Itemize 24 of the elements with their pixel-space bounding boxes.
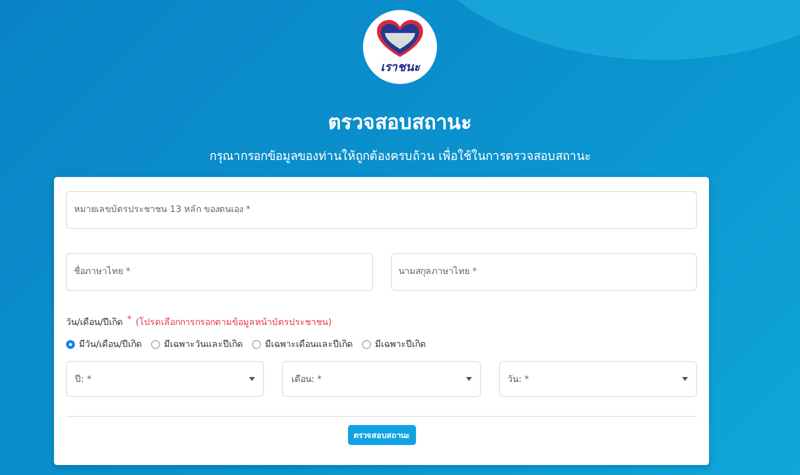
radio-button[interactable] (362, 340, 372, 348)
surname-field[interactable]: นามสกุลภาษาไทย * (390, 253, 697, 291)
required-mark: * (127, 315, 132, 327)
dropdown[interactable]: ปี: * (66, 361, 264, 397)
id-number-field[interactable]: หมายเลขบัตรประชาชน 13 หลัก ของตนเอง * (66, 191, 697, 229)
radio-button[interactable] (151, 340, 160, 348)
logo-text: เราชนะ (380, 58, 420, 76)
radio-button[interactable] (66, 340, 75, 348)
radio-option[interactable]: มีวัน/เดือน/ปีเกิด (66, 337, 142, 351)
dropdown[interactable]: วัน: * (498, 361, 697, 397)
radio-option[interactable]: มีเฉพาะปีเกิด (362, 337, 426, 351)
radio-button[interactable] (252, 340, 262, 348)
caret-icon (682, 377, 688, 381)
birthdate-hint: (โปรดเลือกการกรอกตามข้อมูลหน้าบัตรประชาชน) (136, 316, 332, 329)
name-field[interactable]: ชื่อภาษาไทย * (66, 253, 372, 291)
caret-icon (466, 377, 472, 381)
radio-option[interactable]: มีเฉพาะเดือนและปีเกิด (252, 337, 354, 351)
caret-icon (249, 377, 256, 381)
radio-option[interactable]: มีเฉพาะวันและปีเกิด (151, 337, 244, 351)
birthdate-label: วัน/เดือน/ปีเกิด (66, 316, 124, 329)
dropdown[interactable]: เดือน: * (282, 361, 481, 397)
heart-icon (375, 18, 425, 58)
page-subtitle: กรุณากรอกข้อมูลของท่านให้ถูกต้องครบถ้วน เพื่อใช้ในการตรวจสอบสถานะ (210, 146, 590, 165)
page-title: ตรวจสอบสถานะ (328, 109, 472, 136)
